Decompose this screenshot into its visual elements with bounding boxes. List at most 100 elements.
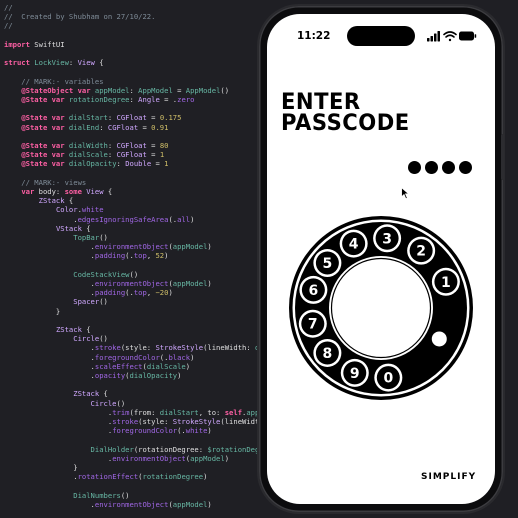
- code-token: ZStack: [73, 389, 100, 399]
- code-line[interactable]: ZStack {: [4, 325, 91, 334]
- dial-digit-6[interactable]: 6: [299, 275, 328, 304]
- code-token: :: [68, 58, 78, 68]
- code-line[interactable]: struct LockView: View {: [4, 58, 104, 67]
- code-line[interactable]: Circle(): [4, 399, 126, 408]
- code-line[interactable]: ZStack {: [4, 196, 74, 205]
- code-token: (.: [177, 426, 186, 436]
- code-token: (style:: [120, 343, 156, 353]
- dial-digit-7[interactable]: 7: [298, 309, 327, 338]
- code-token: StrokeStyle: [155, 343, 204, 353]
- code-line[interactable]: DialNumbers(): [4, 491, 129, 500]
- code-token: ): [190, 214, 195, 224]
- code-token: ): [224, 453, 230, 463]
- dial-digit-label: 2: [416, 244, 426, 260]
- code-token: Circle: [73, 334, 100, 344]
- dial-digit-label: 0: [383, 371, 393, 387]
- code-line[interactable]: .environmentObject(appModel): [4, 500, 212, 509]
- code-line[interactable]: TopBar(): [4, 233, 108, 242]
- code-line[interactable]: @State var dialScale: CGFloat = 1: [4, 150, 164, 159]
- code-line[interactable]: .padding(.top, 52): [4, 251, 169, 261]
- code-token: Spacer: [73, 297, 100, 307]
- code-line[interactable]: VStack {: [4, 224, 91, 233]
- code-token: {: [103, 187, 113, 196]
- dial-digit-9[interactable]: 9: [340, 358, 369, 387]
- code-line[interactable]: @State var dialOpacity: Double = 1: [4, 159, 168, 168]
- dial-digit-8[interactable]: 8: [313, 338, 342, 367]
- code-line[interactable]: .foregroundColor(.black): [4, 352, 195, 362]
- code-line[interactable]: .environmentObject(appModel): [4, 454, 229, 463]
- code-line[interactable]: @StateObject var appModel: AppModel = Ap…: [4, 86, 229, 95]
- code-token: =: [146, 113, 160, 123]
- code-line[interactable]: // Created by Shubham on 27/10/22.: [4, 12, 155, 21]
- code-line[interactable]: import SwiftUI: [4, 40, 65, 49]
- app-screen[interactable]: 11:22 ENTER PASSCODE 1234567 8 9 0 SIMPL…: [267, 14, 495, 504]
- code-token: rotationDegree: [142, 472, 204, 482]
- code-line[interactable]: //: [4, 21, 13, 30]
- dial-digit-5[interactable]: 5: [313, 249, 342, 278]
- code-line[interactable]: @State var rotationDegree: Angle = .zero: [4, 95, 194, 104]
- code-line[interactable]: .rotationEffect(rotationDegree): [4, 472, 207, 481]
- rotary-dial[interactable]: 12 3 456 78 9 0: [287, 214, 475, 402]
- code-editor[interactable]: //// Created by Shubham on 27/10/22.// im…: [0, 0, 290, 518]
- title-line-1: ENTER: [281, 90, 361, 115]
- code-line[interactable]: ZStack {: [4, 389, 108, 398]
- code-line[interactable]: //: [4, 3, 13, 12]
- dial-digit-0[interactable]: 0: [374, 363, 403, 392]
- code-line[interactable]: .environmentObject(appModel): [4, 279, 212, 288]
- code-line[interactable]: .scaleEffect(dialScale): [4, 362, 191, 371]
- code-line[interactable]: .padding(.top, −20): [4, 288, 173, 297]
- code-token: .: [4, 242, 95, 252]
- code-line[interactable]: }: [4, 463, 77, 472]
- code-line[interactable]: // MARK:- views: [4, 178, 86, 187]
- code-token: .: [4, 251, 95, 261]
- code-token: .: [4, 426, 113, 436]
- code-token: {: [81, 223, 91, 233]
- code-token: ): [190, 352, 195, 362]
- code-line[interactable]: Circle(): [4, 334, 108, 343]
- code-token: dialStart: [159, 407, 199, 417]
- code-line[interactable]: CodeStackView(): [4, 270, 138, 279]
- page-title: ENTER PASSCODE: [281, 90, 410, 135]
- dial-digit-label: 9: [350, 366, 360, 382]
- dial-digit-4[interactable]: 4: [339, 229, 368, 258]
- code-token: (.: [125, 288, 134, 298]
- code-line[interactable]: @State var dialWidth: CGFloat = 80: [4, 141, 168, 150]
- dial-digit-label: 3: [382, 231, 392, 247]
- code-line[interactable]: .foregroundColor(.white): [4, 426, 212, 435]
- code-token: trim: [112, 407, 130, 417]
- code-line[interactable]: @State var dialEnd: CGFloat = 0.91: [4, 123, 168, 132]
- dynamic-island: [347, 26, 415, 46]
- code-token: StrokeStyle: [172, 417, 221, 426]
- code-token: =: [172, 85, 186, 95]
- code-line[interactable]: .stroke(style: StrokeStyle(lineWidth: di…: [4, 343, 286, 353]
- code-token: black: [168, 352, 191, 362]
- code-line[interactable]: Spacer(): [4, 297, 108, 306]
- dial-digit-label: 1: [441, 275, 451, 291]
- code-token: =: [138, 122, 152, 132]
- dial-digit-1[interactable]: 1: [431, 267, 460, 296]
- code-token: , to:: [198, 407, 225, 417]
- code-line[interactable]: .opacity(dialOpacity): [4, 371, 182, 380]
- code-line[interactable]: DialHolder(rotationDegree: $rotationDegr…: [4, 445, 277, 454]
- code-line[interactable]: var body: some View {: [4, 187, 112, 196]
- code-token: (): [99, 297, 108, 307]
- code-token: .: [4, 417, 113, 426]
- code-line[interactable]: Color.white: [4, 205, 104, 214]
- code-token: (): [99, 233, 108, 242]
- code-token: Color: [55, 205, 78, 215]
- code-token: @State: [21, 141, 48, 150]
- code-line[interactable]: @State var dialStart: CGFloat = 0.175: [4, 113, 181, 122]
- code-token: var: [51, 95, 65, 104]
- code-line[interactable]: .stroke(style: StrokeStyle(lineWidth: 70…: [4, 417, 285, 426]
- code-line[interactable]: .edgesIgnoringSafeArea(.all): [4, 215, 194, 224]
- dial-digit-2[interactable]: 2: [407, 236, 436, 265]
- code-line[interactable]: .trim(from: dialStart, to: self.appModel…: [4, 408, 285, 417]
- dial-digit-3[interactable]: 3: [373, 224, 402, 253]
- code-line[interactable]: .environmentObject(appModel): [4, 242, 212, 251]
- code-line[interactable]: // MARK:- variables: [4, 77, 103, 86]
- code-line[interactable]: }: [4, 307, 60, 316]
- code-token: stroke: [94, 343, 121, 353]
